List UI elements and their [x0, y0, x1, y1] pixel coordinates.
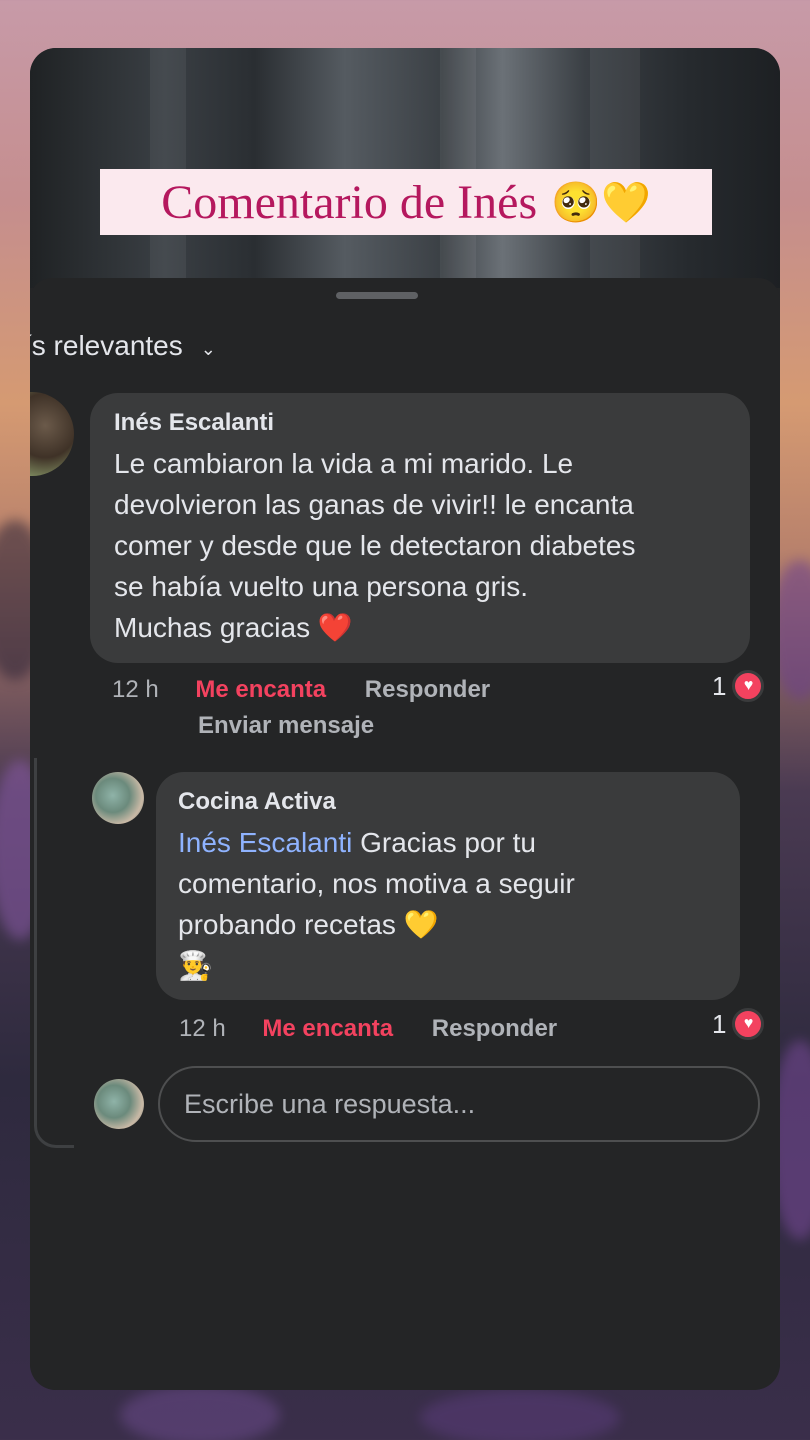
reply-input[interactable] [158, 1066, 760, 1142]
comments-card: Comentario de Inés 🥺💛 ís relevantes ⌄ Iné… [30, 48, 780, 1390]
reply-button[interactable]: Responder [432, 1015, 557, 1042]
background-blossom [420, 1390, 620, 1440]
reply-actions: 12 h Me encanta Responder [179, 1015, 557, 1043]
comment-actions: 12 h Me encanta Responder [112, 676, 490, 704]
avatar[interactable] [92, 772, 144, 824]
heart-icon: ♥ [732, 1008, 765, 1040]
reply-line-rest: Gracias por tu [352, 827, 536, 858]
reply-bubble: Cocina Activa Inés Escalanti Gracias por… [156, 772, 740, 1000]
sort-dropdown[interactable]: ís relevantes ⌄ [30, 330, 216, 362]
chevron-down-icon: ⌄ [200, 339, 216, 359]
heart-icon: ♥ [732, 670, 765, 702]
current-user-avatar [94, 1079, 144, 1129]
reply-button[interactable]: Responder [365, 676, 490, 703]
thread-connector [34, 758, 74, 1148]
comment-time: 12 h [112, 676, 159, 703]
love-reaction-button[interactable]: Me encanta [262, 1015, 393, 1042]
reply-line: Inés Escalanti Gracias por tu [178, 822, 718, 863]
title-banner: Comentario de Inés 🥺💛 [100, 169, 712, 235]
comment-line: Muchas gracias ❤️ [114, 612, 353, 643]
reply-text: Inés Escalanti Gracias por tu comentario… [178, 822, 718, 986]
love-reaction-button[interactable]: Me encanta [195, 676, 326, 703]
reaction-count-value: 1 [712, 1008, 727, 1039]
reaction-count[interactable]: 1 ♥ [712, 670, 765, 702]
comment-line: se había vuelto una persona gris. [114, 571, 529, 602]
reply-line: comentario, nos motiva a seguir [178, 868, 575, 899]
avatar[interactable] [30, 392, 74, 476]
banner-title: Comentario de Inés [161, 175, 538, 229]
reply-line: probando recetas 💛 [178, 909, 439, 940]
sort-label: ís relevantes [30, 330, 183, 361]
drag-handle[interactable] [336, 292, 418, 299]
send-message-button[interactable]: Enviar mensaje [198, 712, 374, 740]
video-thumbnail [30, 48, 780, 288]
comments-sheet: ís relevantes ⌄ Inés Escalanti Le cambiar… [30, 278, 780, 1390]
comment-line: Le cambiaron la vida a mi marido. Le [114, 448, 574, 479]
reaction-count[interactable]: 1 ♥ [712, 1008, 765, 1040]
comment-author[interactable]: Inés Escalanti [114, 409, 726, 437]
comment-line: devolvieron las ganas de vivir!! le enca… [114, 489, 634, 520]
mention-link[interactable]: Inés Escalanti [178, 827, 352, 858]
background-blossom [120, 1385, 280, 1440]
reply-line: 👨‍🍳 [178, 950, 213, 981]
banner-emoji: 🥺💛 [551, 179, 651, 226]
reaction-count-value: 1 [712, 670, 727, 701]
comment-bubble: Inés Escalanti Le cambiaron la vida a mi… [90, 393, 750, 663]
reply-time: 12 h [179, 1015, 226, 1042]
reply-author[interactable]: Cocina Activa [178, 788, 718, 816]
comment-line: comer y desde que le detectaron diabetes [114, 530, 636, 561]
comment-text: Le cambiaron la vida a mi marido. Le dev… [114, 443, 726, 648]
